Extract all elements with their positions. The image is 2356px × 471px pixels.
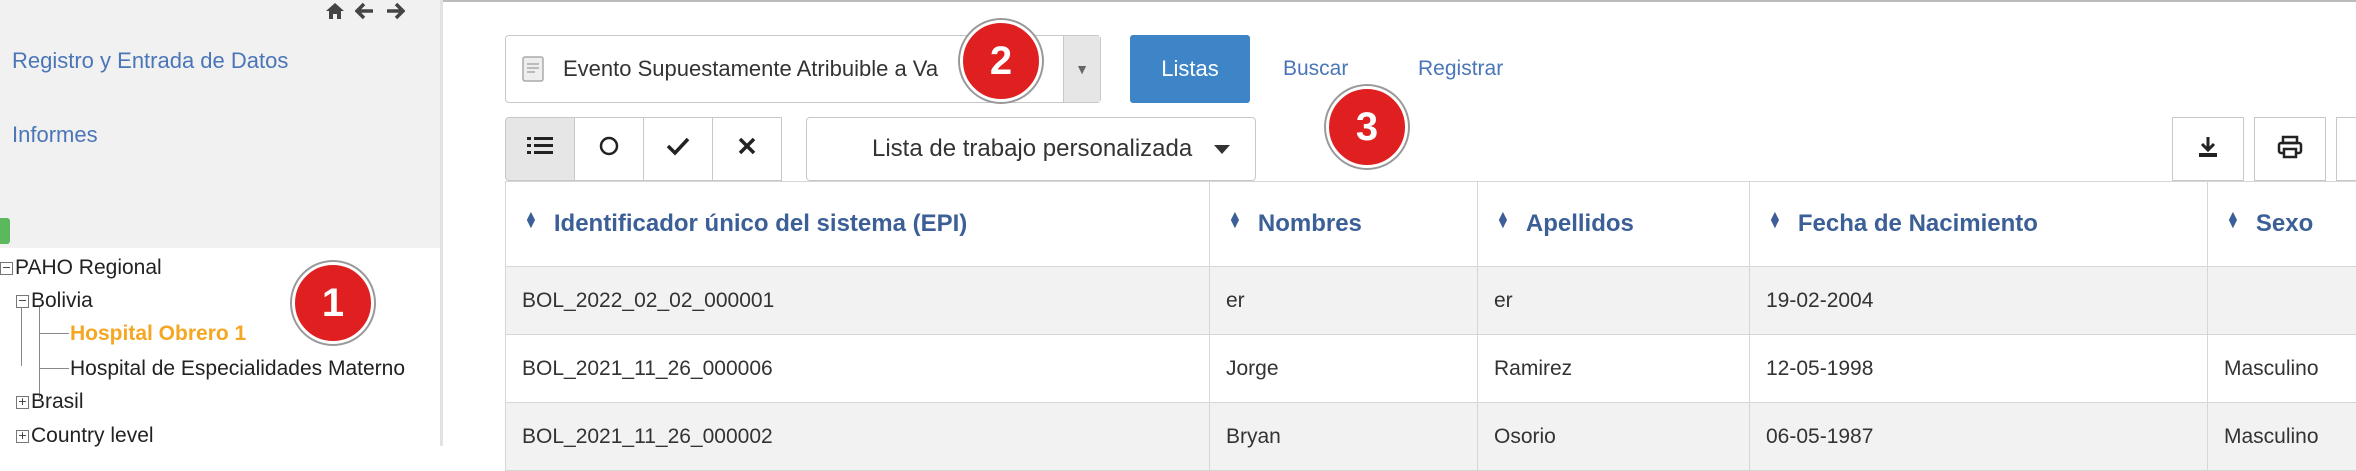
cell-sexo: Masculino xyxy=(2208,403,2356,471)
document-icon xyxy=(522,56,544,87)
cell-fecha: 06-05-1987 xyxy=(1750,403,2208,471)
list-icon xyxy=(527,135,553,164)
table-row[interactable]: BOL_2021_11_26_000002 Bryan Osorio 06-05… xyxy=(506,403,2356,471)
sidebar-link-reports[interactable]: Informes xyxy=(12,122,98,148)
annotation-badge-2: 2 xyxy=(960,20,1042,102)
table-row[interactable]: BOL_2022_02_02_000001 er er 19-02-2004 xyxy=(506,267,2356,335)
pending-filter-button[interactable] xyxy=(574,117,644,181)
collapse-icon[interactable]: − xyxy=(0,262,13,275)
filter-toolbar xyxy=(505,117,782,181)
table-row[interactable]: BOL_2021_11_26_000006 Jorge Ramirez 12-0… xyxy=(506,335,2356,403)
annotation-badge-3: 3 xyxy=(1326,86,1408,168)
cell-sexo xyxy=(2208,267,2356,335)
cell-fecha: 19-02-2004 xyxy=(1750,267,2208,335)
circle-icon xyxy=(598,135,620,164)
tree-node-label: PAHO Regional xyxy=(15,256,162,280)
check-icon xyxy=(666,135,690,163)
select-dropdown-icon[interactable]: ▼ xyxy=(1063,36,1100,102)
column-header-epi[interactable]: ▲▼Identificador único del sistema (EPI) xyxy=(506,182,1210,267)
cell-apellidos: er xyxy=(1478,267,1750,335)
cell-nombres: Jorge xyxy=(1210,335,1478,403)
sort-icon[interactable]: ▲▼ xyxy=(1496,211,1510,227)
home-icon[interactable] xyxy=(325,2,345,20)
registrar-link[interactable]: Registrar xyxy=(1418,57,1503,81)
results-table: ▲▼Identificador único del sistema (EPI) … xyxy=(505,181,2356,471)
chevron-down-icon xyxy=(1214,145,1230,154)
tree-node-bolivia[interactable]: − Bolivia xyxy=(16,289,93,313)
print-button[interactable] xyxy=(2254,117,2326,181)
cell-nombres: Bryan xyxy=(1210,403,1478,471)
cell-epi: BOL_2021_11_26_000006 xyxy=(506,335,1210,403)
cell-sexo: Masculino xyxy=(2208,335,2356,403)
sidebar-link-data-entry[interactable]: Registro y Entrada de Datos xyxy=(12,48,288,74)
worklist-label: Lista de trabajo personalizada xyxy=(872,135,1192,163)
sort-icon[interactable]: ▲▼ xyxy=(1768,211,1782,227)
sidebar: Registro y Entrada de Datos Informes − P… xyxy=(0,0,440,446)
tree-node-label: Brasil xyxy=(31,390,84,414)
cell-fecha: 12-05-1998 xyxy=(1750,335,2208,403)
more-button[interactable] xyxy=(2336,117,2356,181)
download-icon xyxy=(2196,135,2220,164)
expand-icon[interactable]: + xyxy=(16,430,29,443)
sort-icon[interactable]: ▲▼ xyxy=(524,211,538,227)
top-border xyxy=(443,0,2356,2)
event-type-value: Evento Supuestamente Atribuible a Va xyxy=(563,56,973,82)
tree-node-hospital-obrero[interactable]: Hospital Obrero 1 xyxy=(70,322,246,346)
print-icon xyxy=(2277,135,2303,164)
cell-apellidos: Ramirez xyxy=(1478,335,1750,403)
cancelled-filter-button[interactable] xyxy=(712,117,782,181)
listas-button[interactable]: Listas xyxy=(1130,35,1250,103)
column-header-fecha-nacimiento[interactable]: ▲▼Fecha de Nacimiento xyxy=(1750,182,2208,267)
org-tree: − PAHO Regional − Bolivia Hospital Obrer… xyxy=(0,248,440,446)
sort-icon[interactable]: ▲▼ xyxy=(1228,211,1242,227)
table-header-row: ▲▼Identificador único del sistema (EPI) … xyxy=(506,182,2356,267)
tree-connector xyxy=(39,306,40,398)
worklist-dropdown[interactable]: Lista de trabajo personalizada xyxy=(806,117,1256,181)
tree-node-brasil[interactable]: + Brasil xyxy=(16,390,84,414)
list-view-button[interactable] xyxy=(505,117,575,181)
sidebar-divider xyxy=(440,0,443,446)
tree-connector xyxy=(39,333,69,334)
tree-node-label: Country level xyxy=(31,424,154,448)
cell-nombres: er xyxy=(1210,267,1478,335)
cell-apellidos: Osorio xyxy=(1478,403,1750,471)
cell-epi: BOL_2022_02_02_000001 xyxy=(506,267,1210,335)
column-header-nombres[interactable]: ▲▼Nombres xyxy=(1210,182,1478,267)
column-header-apellidos[interactable]: ▲▼Apellidos xyxy=(1478,182,1750,267)
download-button[interactable] xyxy=(2172,117,2244,181)
forward-arrow-icon[interactable] xyxy=(385,2,405,20)
tree-node-root[interactable]: − PAHO Regional xyxy=(0,256,162,280)
tree-node-label: Hospital de Especialidades Materno xyxy=(70,357,405,381)
cell-epi: BOL_2021_11_26_000002 xyxy=(506,403,1210,471)
tree-node-hospital-materno[interactable]: Hospital de Especialidades Materno xyxy=(70,357,405,381)
column-header-sexo[interactable]: ▲▼Sexo xyxy=(2208,182,2356,267)
top-nav-icons xyxy=(325,0,405,22)
tree-node-label: Bolivia xyxy=(31,289,93,313)
tree-toggle-icon[interactable] xyxy=(0,218,10,244)
expand-icon[interactable]: + xyxy=(16,396,29,409)
buscar-link[interactable]: Buscar xyxy=(1283,57,1348,81)
close-icon xyxy=(737,135,757,163)
annotation-badge-1: 1 xyxy=(292,262,374,344)
tree-connector xyxy=(39,368,69,369)
back-arrow-icon[interactable] xyxy=(355,2,375,20)
complete-filter-button[interactable] xyxy=(643,117,713,181)
collapse-icon[interactable]: − xyxy=(16,295,29,308)
sort-icon[interactable]: ▲▼ xyxy=(2226,211,2240,227)
tree-node-country-level[interactable]: + Country level xyxy=(16,424,154,448)
tree-node-label: Hospital Obrero 1 xyxy=(70,322,246,346)
